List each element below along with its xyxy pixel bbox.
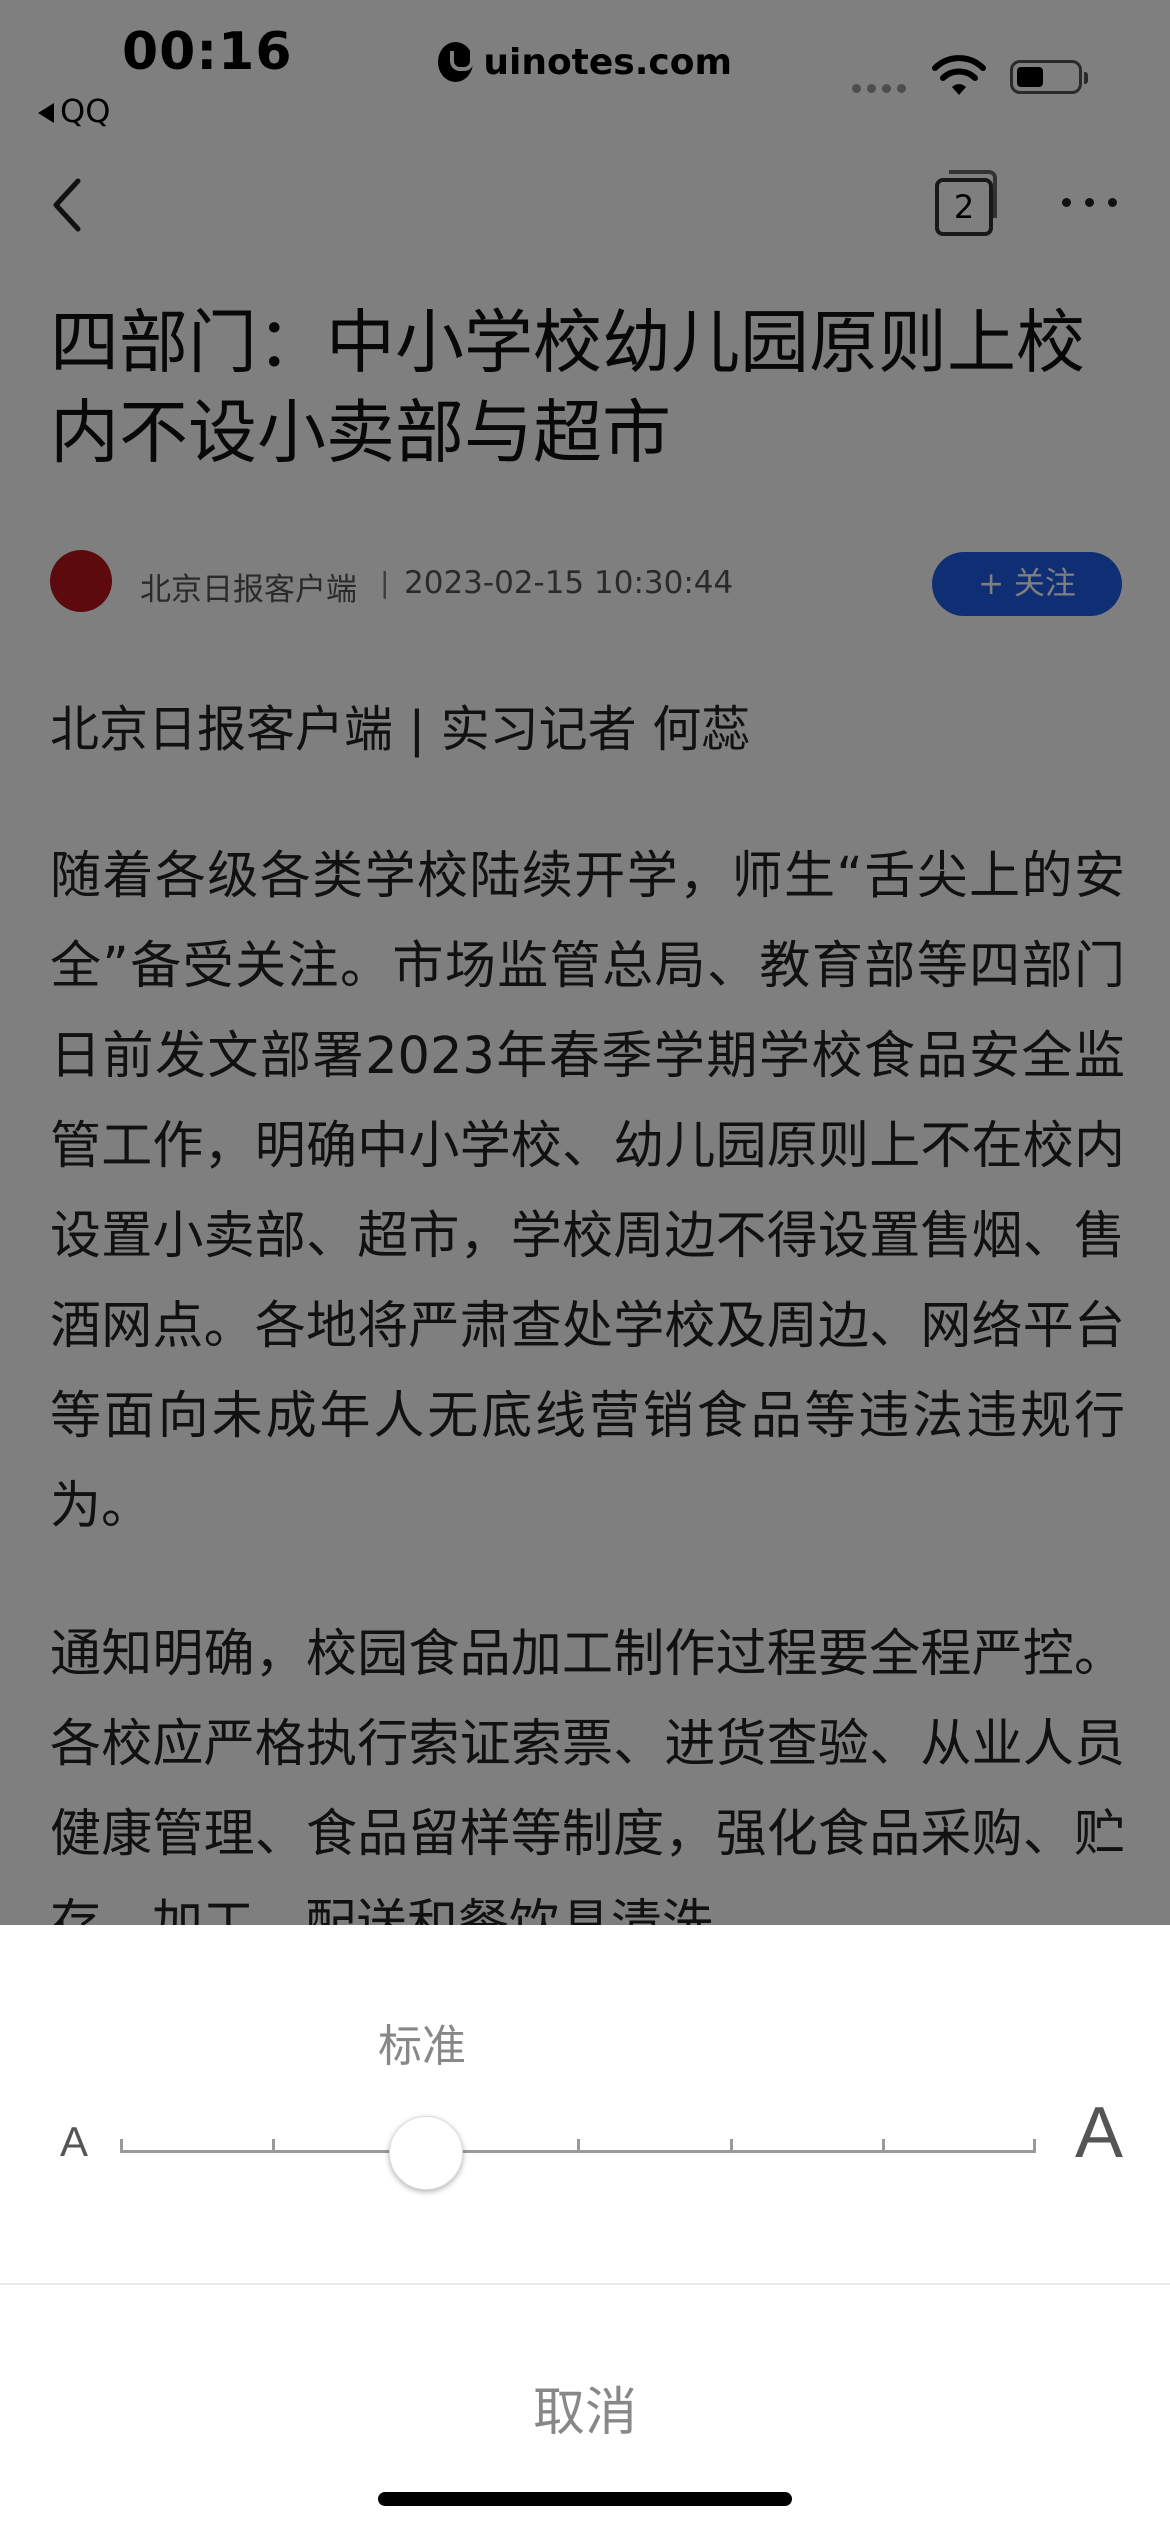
slider-tick[interactable]	[120, 2139, 123, 2153]
article-page: 00:16 QQ uinotes.com 2 四部门：中小学校幼儿园原则上校内不…	[0, 0, 1170, 1925]
cancel-button[interactable]: 取消	[0, 2370, 1170, 2445]
font-size-slider-thumb[interactable]	[389, 2116, 463, 2190]
slider-tick[interactable]	[1033, 2139, 1036, 2153]
slider-tick[interactable]	[882, 2139, 885, 2153]
font-small-label: A	[60, 2118, 89, 2165]
font-large-label: A	[1075, 2093, 1124, 2173]
slider-tick[interactable]	[272, 2139, 275, 2153]
modal-overlay[interactable]	[0, 0, 1170, 1925]
font-size-current-label: 标准	[378, 2021, 466, 2072]
slider-tick[interactable]	[577, 2139, 580, 2153]
slider-tick[interactable]	[730, 2139, 733, 2153]
home-indicator[interactable]	[378, 2492, 792, 2506]
sheet-divider	[0, 2283, 1170, 2285]
